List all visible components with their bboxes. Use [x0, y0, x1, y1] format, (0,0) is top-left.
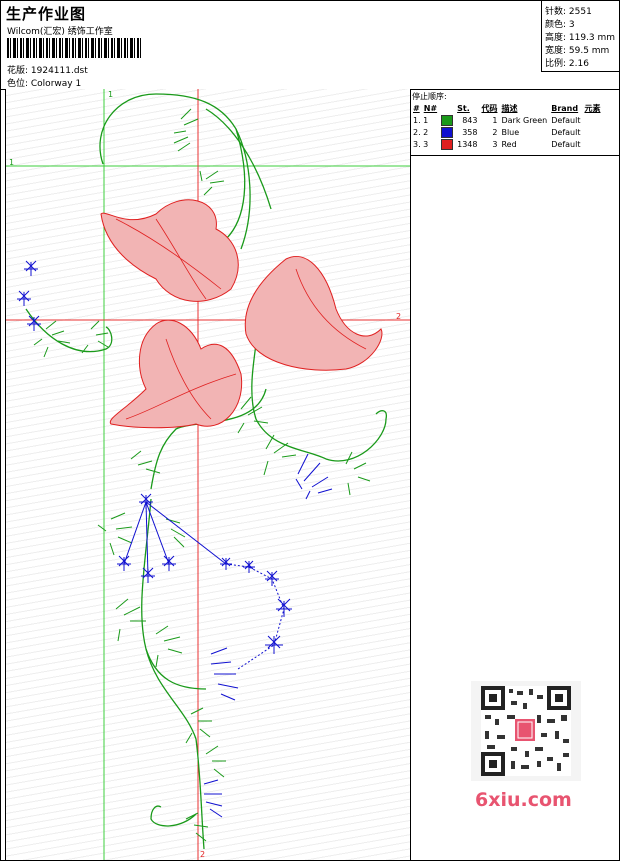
design-file: 花版: 1924111.dst — [7, 66, 88, 76]
row-stitches: 843 — [462, 115, 478, 125]
qr-code — [471, 681, 581, 781]
table-row: 3. 3 1348 3 Red Default — [411, 138, 602, 150]
label-h1: 1 — [9, 158, 14, 167]
row-element — [582, 126, 602, 138]
col-stitches: St. — [457, 103, 470, 113]
row-code: 3 — [492, 139, 498, 149]
stats-box: 针数: 2551 颜色: 3 高度: 119.3 mm 宽度: 59.5 mm … — [541, 1, 620, 72]
stop-sequence-table: # N# St. 代码 描述 Brand 元素 1. 1 843 1 Dark … — [411, 102, 602, 150]
row-code: 1 — [492, 115, 498, 125]
stop-sequence-title: 停止顺序: — [412, 92, 447, 101]
row-element — [582, 114, 602, 126]
row-stitches: 1348 — [457, 139, 478, 149]
col-number: N# — [423, 103, 438, 113]
watermark: 6xiu.com — [475, 789, 572, 811]
col-description: 描述 — [501, 103, 518, 113]
row-brand: Default — [551, 127, 581, 137]
col-element: 元素 — [584, 103, 601, 113]
embroidery-drawing: 1 1 2 2 — [6, 89, 410, 860]
color-count: 颜色: 3 — [545, 20, 575, 30]
table-row: 2. 2 358 2 Blue Default — [411, 126, 602, 138]
design-width: 宽度: 59.5 mm — [545, 46, 610, 56]
table-header-row: # N# St. 代码 描述 Brand 元素 — [411, 102, 602, 114]
row-brand: Default — [551, 139, 581, 149]
qr-code-graphic — [481, 686, 571, 776]
production-sheet: 生产作业图 Wilcom(汇宏) 绣饰工作室 花版: 1924111.dst 色… — [0, 0, 620, 861]
label-h2: 2 — [396, 312, 401, 321]
row-index: 2. 2 — [413, 127, 429, 137]
design-height: 高度: 119.3 mm — [545, 33, 616, 43]
col-index: # — [413, 103, 420, 113]
row-stitches: 358 — [462, 127, 478, 137]
label-v2: 2 — [200, 850, 205, 859]
row-description: Red — [501, 139, 517, 149]
sheet-title: 生产作业图 — [6, 5, 87, 23]
colorway: 色位: Colorway 1 — [7, 79, 82, 89]
company-name: Wilcom(汇宏) 绣饰工作室 — [7, 27, 113, 37]
row-index: 1. 1 — [413, 115, 429, 125]
color-swatch — [439, 126, 455, 138]
row-description: Blue — [501, 127, 520, 137]
col-swatch — [439, 102, 455, 114]
row-element — [582, 138, 602, 150]
label-v1: 1 — [108, 90, 113, 99]
stitch-count: 针数: 2551 — [545, 7, 592, 17]
stop-sequence-panel: 停止顺序: # N# St. 代码 描述 Brand 元素 1. 1 843 1… — [410, 89, 619, 156]
row-brand: Default — [551, 115, 581, 125]
ratio: 比例: 2.16 — [545, 59, 589, 69]
col-code: 代码 — [481, 103, 498, 113]
row-index: 3. 3 — [413, 139, 429, 149]
color-swatch — [439, 114, 455, 126]
barcode — [7, 38, 141, 58]
design-canvas: 1 1 2 2 — [5, 89, 411, 860]
color-swatch — [439, 138, 455, 150]
row-description: Dark Green — [501, 115, 548, 125]
row-code: 2 — [492, 127, 498, 137]
header: 生产作业图 Wilcom(汇宏) 绣饰工作室 花版: 1924111.dst 色… — [1, 1, 620, 90]
col-brand: Brand — [551, 103, 579, 113]
table-row: 1. 1 843 1 Dark Green Default — [411, 114, 602, 126]
